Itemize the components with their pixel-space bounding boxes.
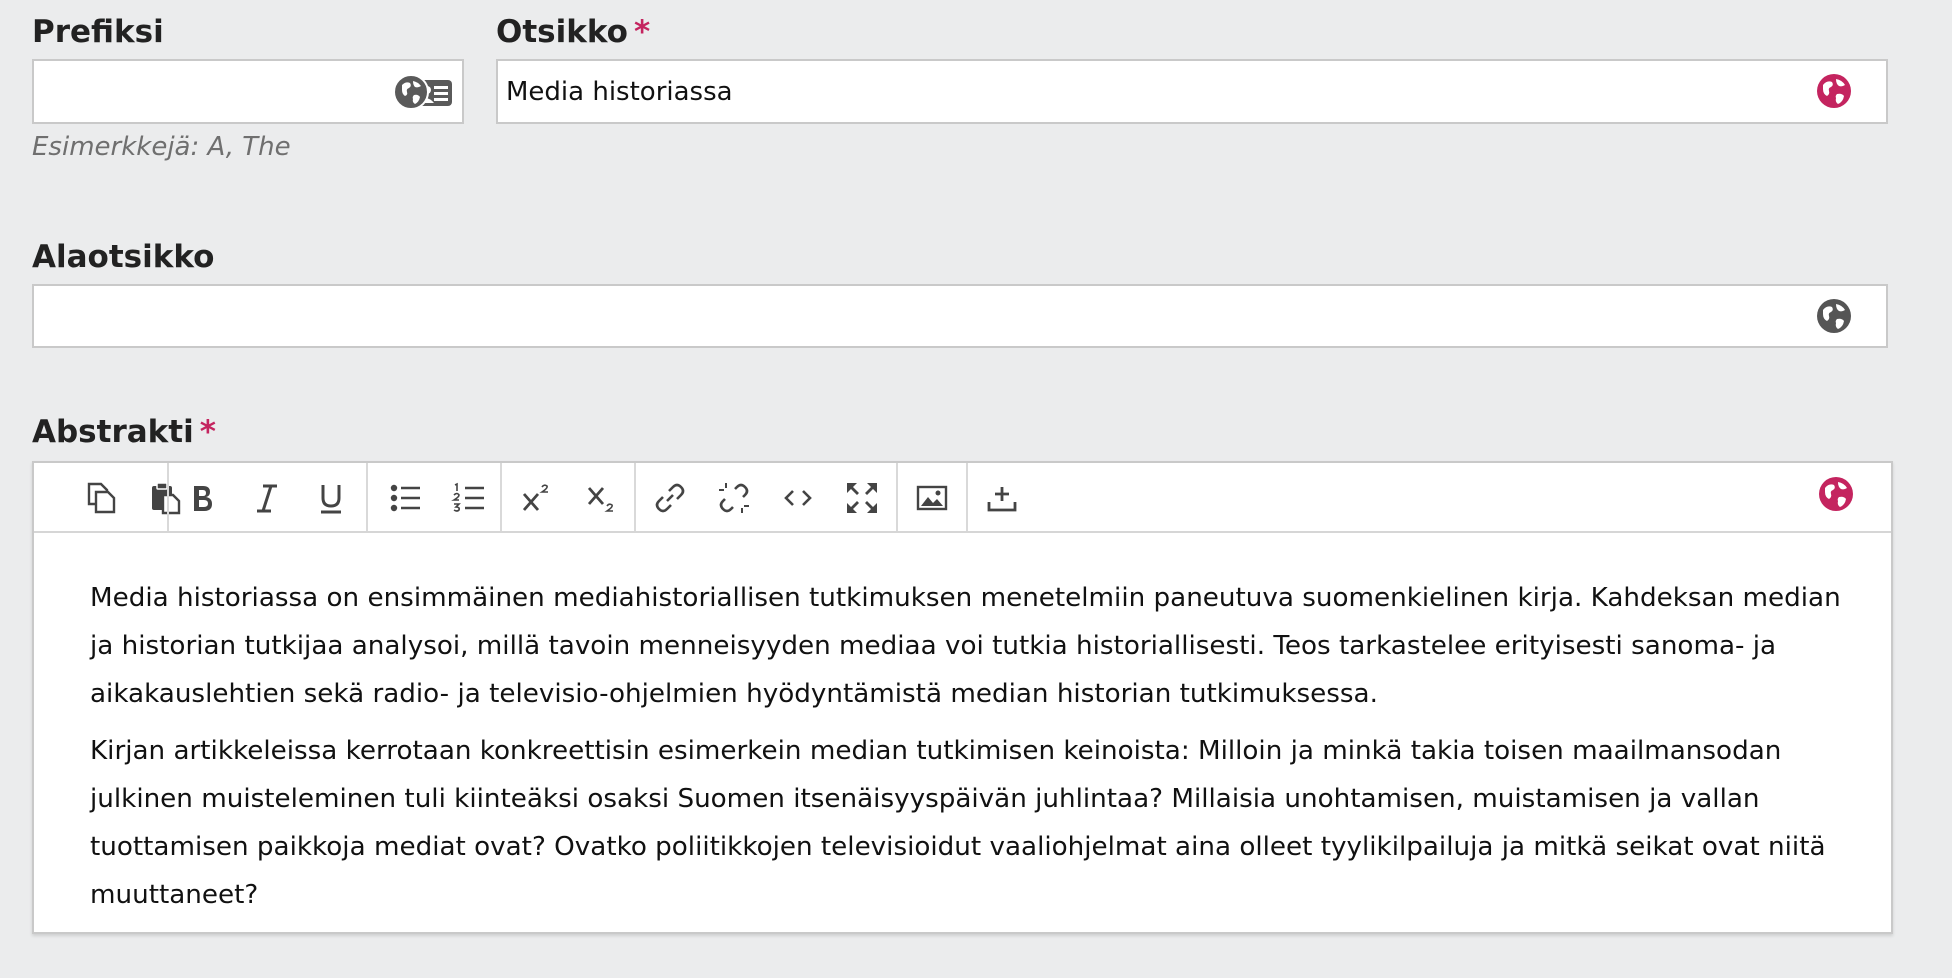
- link-button[interactable]: [644, 472, 696, 524]
- image-icon: [916, 485, 948, 511]
- fullscreen-icon: [847, 483, 877, 513]
- bold-button[interactable]: [176, 472, 228, 524]
- italic-button[interactable]: [241, 472, 293, 524]
- subtitle-input[interactable]: [34, 286, 1886, 346]
- link-icon: [655, 483, 685, 513]
- bold-icon: [194, 486, 212, 511]
- code-icon: [784, 490, 812, 506]
- fullscreen-button[interactable]: [836, 472, 888, 524]
- prefix-label-text: Prefiksi: [32, 14, 164, 50]
- italic-icon: [257, 484, 277, 513]
- required-marker: *: [199, 414, 216, 450]
- editor-toolbar: [34, 463, 1891, 533]
- title-label: Otsikko *: [496, 14, 650, 50]
- underline-button[interactable]: [305, 472, 357, 524]
- upload-button[interactable]: [976, 472, 1028, 524]
- toolbar-divider: [167, 463, 169, 531]
- toolbar-divider: [966, 463, 968, 531]
- subscript-icon: [587, 487, 613, 512]
- abstract-editor[interactable]: Media historiassa on ensimmäinen mediahi…: [32, 461, 1893, 934]
- subtitle-label: Alaotsikko: [32, 239, 214, 275]
- bullet-list-button[interactable]: [379, 472, 431, 524]
- globe-icon[interactable]: [1817, 74, 1851, 108]
- subtitle-label-text: Alaotsikko: [32, 239, 215, 275]
- title-label-text: Otsikko: [496, 14, 628, 50]
- abstract-label: Abstrakti *: [32, 414, 216, 450]
- superscript-icon: [522, 484, 548, 511]
- toolbar-divider: [634, 463, 636, 531]
- title-field[interactable]: [496, 59, 1888, 124]
- unlink-button[interactable]: [708, 472, 760, 524]
- subscript-button[interactable]: [576, 472, 628, 524]
- copy-button[interactable]: [75, 472, 127, 524]
- subtitle-field[interactable]: [32, 284, 1888, 348]
- numbered-list-button[interactable]: [443, 472, 495, 524]
- superscript-button[interactable]: [511, 472, 563, 524]
- code-button[interactable]: [772, 472, 824, 524]
- toolbar-divider: [896, 463, 898, 531]
- editor-content[interactable]: Media historiassa on ensimmäinen mediahi…: [34, 533, 1891, 932]
- bullet-list-icon: [390, 484, 420, 512]
- numbered-list-icon: [451, 482, 484, 512]
- prefix-hint: Esimerkkejä: A, The: [32, 132, 291, 162]
- abstract-paragraph: Media historiassa on ensimmäinen mediahi…: [90, 583, 1841, 709]
- abstract-label-text: Abstrakti: [32, 414, 194, 450]
- toolbar-divider: [366, 463, 368, 531]
- image-button[interactable]: [906, 472, 958, 524]
- title-input[interactable]: [498, 61, 1886, 122]
- unlink-icon: [719, 483, 749, 513]
- globe-icon[interactable]: [1817, 299, 1851, 333]
- prefix-field[interactable]: [32, 59, 464, 124]
- globe-icon[interactable]: [1819, 477, 1853, 511]
- required-marker: *: [633, 14, 651, 50]
- toolbar-divider: [500, 463, 502, 531]
- underline-icon: [321, 485, 341, 514]
- copy-icon: [87, 482, 116, 514]
- globe-language-card-icon[interactable]: [394, 73, 456, 111]
- upload-icon: [987, 487, 1017, 512]
- prefix-label: Prefiksi: [32, 14, 164, 50]
- abstract-paragraph: Kirjan artikkeleissa kerrotaan konkreett…: [90, 736, 1826, 910]
